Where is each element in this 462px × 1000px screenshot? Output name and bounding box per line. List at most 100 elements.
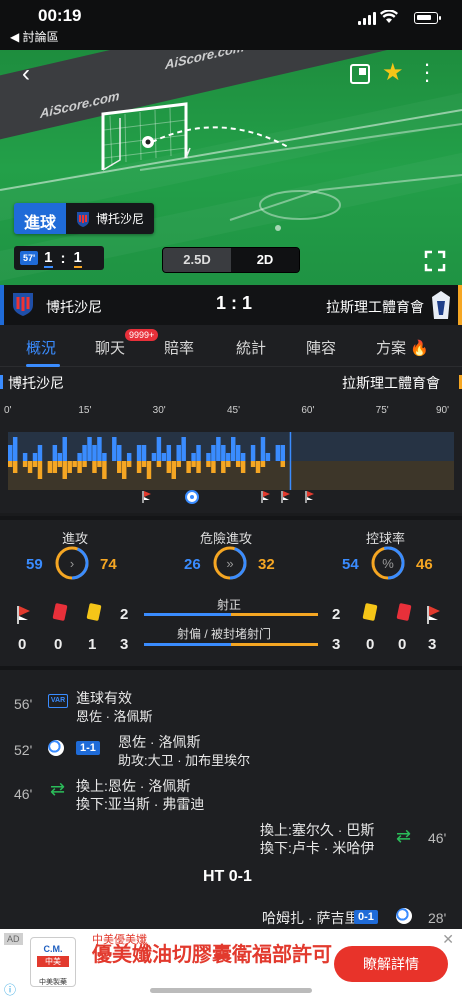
away-pressure-bar — [250, 461, 256, 467]
away-pressure-bar — [67, 461, 72, 473]
event-assist[interactable]: 助攻:大卫 · 加布里埃尔 — [118, 750, 250, 769]
home-pressure-bar — [216, 437, 221, 461]
home-pressure-bar — [231, 437, 236, 461]
tab-chat[interactable]: 聊天 — [95, 337, 125, 358]
fire-icon: 🔥 — [406, 340, 429, 357]
fullscreen-icon[interactable] — [424, 250, 446, 272]
timeline-away-team: 拉斯理工體育會 — [342, 375, 440, 391]
pip-icon[interactable] — [350, 64, 370, 84]
home-corners: 0 — [18, 636, 27, 653]
home-pressure-bar — [206, 453, 211, 461]
away-pressure-bar — [146, 461, 152, 479]
shots-off-label: 射偏 / 被封堵射门 — [177, 627, 272, 641]
home-team-name[interactable]: 博托沙尼 — [46, 297, 102, 317]
match-header: 博托沙尼 1 : 1 拉斯理工體育會 — [0, 285, 462, 325]
home-pressure-bar — [151, 453, 157, 461]
away-pressure-bar — [255, 461, 261, 473]
tab-overview[interactable]: 概況 — [26, 337, 56, 358]
attack-ring: › — [55, 546, 89, 580]
sub-out[interactable]: 換下:亚当斯 · 弗雷迪 — [76, 794, 204, 814]
home-pressure-bar — [275, 445, 281, 461]
away-pressure-bar — [260, 461, 266, 467]
home-red-cards: 0 — [54, 636, 63, 653]
home-pressure-bar — [8, 445, 13, 461]
home-pressure-bar — [32, 453, 38, 461]
view-2-5d-button[interactable]: 2.5D — [163, 248, 231, 272]
home-pressure-bar — [87, 437, 92, 461]
tick-label: 45' — [227, 405, 241, 416]
ad-label: AD — [4, 933, 23, 945]
yellow-card-icon — [362, 602, 378, 622]
away-pressure-bar — [32, 461, 38, 467]
home-pressure-bar — [240, 453, 246, 461]
mini-scoreboard: 57' 1 : 1 — [14, 246, 104, 270]
battery-icon — [414, 12, 441, 24]
away-team-name[interactable]: 拉斯理工體育會 — [326, 297, 424, 317]
tab-odds[interactable]: 賠率 — [164, 337, 194, 358]
away-pressure-bar — [27, 461, 33, 473]
away-pressure-bar — [280, 461, 286, 467]
ad-cta-button[interactable]: 瞭解詳情 — [334, 946, 448, 982]
score-pill: 0-1 — [354, 910, 378, 924]
away-pressure-bar — [37, 461, 43, 479]
away-pressure-bar — [77, 461, 82, 473]
red-card-icon — [52, 602, 68, 622]
away-pressure-bar — [156, 461, 162, 467]
back-button[interactable]: ‹ — [22, 60, 30, 88]
shots-off-away: 3 — [332, 636, 341, 653]
sub-out[interactable]: 換下:卢卡 · 米哈伊 — [260, 838, 374, 858]
favorite-star-icon[interactable]: ★ — [382, 58, 404, 87]
away-pressure-bar — [117, 461, 122, 473]
ball-icon — [48, 740, 64, 756]
yellow-card-icon — [86, 602, 102, 622]
away-pressure-bar — [126, 461, 132, 467]
home-pressure-bar — [196, 445, 201, 461]
away-pressure-bar — [92, 461, 97, 473]
back-to-app-link[interactable]: ◀ 討論區 — [10, 28, 59, 45]
var-icon: VAR — [48, 694, 68, 708]
close-icon[interactable]: ✕ — [442, 931, 454, 948]
mini-score-home: 1 — [44, 248, 53, 268]
home-pressure-bar — [92, 445, 97, 461]
away-pressure-bar — [235, 461, 241, 467]
more-menu-icon[interactable]: · · · — [422, 53, 432, 91]
away-pressure-bar — [171, 461, 176, 479]
away-pressure-bar — [136, 461, 142, 473]
shots-off-home: 3 — [120, 636, 129, 653]
shots-off-away-bar — [231, 643, 318, 646]
momentum-chart — [8, 432, 454, 490]
corner-flag-icon — [280, 490, 292, 509]
possession-ring: % — [371, 546, 405, 580]
home-pressure-bar — [141, 445, 147, 461]
svg-text:»: » — [226, 556, 233, 571]
svg-text:›: › — [70, 556, 74, 571]
view-2d-button[interactable]: 2D — [231, 248, 299, 272]
away-red-cards: 0 — [398, 636, 407, 653]
away-pressure-bar — [186, 461, 191, 473]
wifi-icon — [380, 10, 398, 23]
shots-off-home-bar — [144, 643, 231, 646]
clock: 00:19 — [38, 6, 82, 25]
home-pressure-bar — [181, 437, 186, 461]
sub-in[interactable]: 換上:塞尔久 · 巴斯 — [260, 820, 374, 840]
event-minute: 28' — [428, 910, 447, 926]
chat-count-badge: 9999+ — [125, 329, 159, 341]
home-pressure-bar — [52, 445, 58, 461]
danger-home: 26 — [184, 556, 201, 573]
timeline-events — [0, 488, 462, 508]
timeline-home-team: 博托沙尼 — [8, 375, 64, 391]
event-player[interactable]: 哈姆扎 · 萨吉里 — [262, 908, 358, 928]
away-pressure-bar — [97, 461, 102, 467]
sub-in[interactable]: 換上:恩佐 · 洛佩斯 — [76, 776, 190, 796]
home-pressure-bar — [62, 437, 67, 461]
away-pressure-bar — [141, 461, 147, 467]
tab-lineup[interactable]: 陣容 — [306, 337, 336, 358]
possession-away: 46 — [416, 556, 433, 573]
possession-home: 54 — [342, 556, 359, 573]
away-pressure-bar — [72, 461, 77, 467]
info-icon[interactable]: ⓘ — [4, 981, 16, 998]
tab-tips[interactable]: 方案 🔥 — [376, 337, 429, 358]
event-player[interactable]: 恩佐 · 洛佩斯 — [76, 706, 153, 725]
event-player[interactable]: 恩佐 · 洛佩斯 — [118, 732, 200, 752]
tab-stats[interactable]: 統計 — [236, 337, 266, 358]
